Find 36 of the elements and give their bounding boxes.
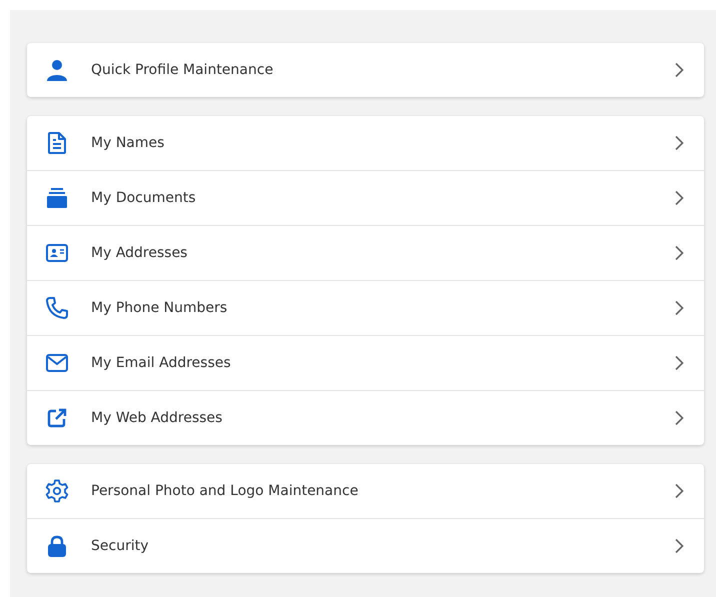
lock-icon: [45, 534, 69, 558]
chevron-right-icon: [674, 538, 684, 554]
menu-item-label: My Names: [91, 135, 166, 151]
stack-icon: [45, 186, 69, 210]
menu-item[interactable]: My Addresses: [27, 225, 704, 280]
chevron-right-icon: [674, 245, 684, 261]
id-card-icon: [45, 241, 69, 265]
menu-item[interactable]: My Phone Numbers: [27, 280, 704, 335]
chevron-right-icon: [674, 300, 684, 316]
menu-item[interactable]: Security: [27, 518, 704, 573]
menu-item-label: Security: [91, 538, 150, 554]
document-icon: [45, 131, 69, 155]
chevron-right-icon: [674, 483, 684, 499]
menu-item[interactable]: My Documents: [27, 170, 704, 225]
menu-item-label: My Documents: [91, 190, 197, 206]
chevron-right-icon: [674, 62, 684, 78]
menu-item[interactable]: My Names: [27, 116, 704, 170]
settings-icon: [45, 479, 69, 503]
chevron-right-icon: [674, 135, 684, 151]
menu-item[interactable]: My Email Addresses: [27, 335, 704, 390]
phone-icon: [45, 296, 69, 320]
external-link-icon: [45, 406, 69, 430]
menu-item-label: Personal Photo and Logo Maintenance: [91, 483, 360, 499]
chevron-right-icon: [674, 190, 684, 206]
menu-item[interactable]: My Web Addresses: [27, 390, 704, 445]
menu-item[interactable]: Quick Profile Maintenance: [27, 43, 704, 97]
person-icon: [45, 58, 69, 82]
menu-item-label: Quick Profile Maintenance: [91, 62, 274, 78]
menu-item-label: My Web Addresses: [91, 410, 224, 426]
menu-item-label: My Addresses: [91, 245, 188, 261]
chevron-right-icon: [674, 355, 684, 371]
menu-item-label: My Email Addresses: [91, 355, 232, 371]
chevron-right-icon: [674, 410, 684, 426]
menu-item-label: My Phone Numbers: [91, 300, 228, 316]
menu-item[interactable]: Personal Photo and Logo Maintenance: [27, 464, 704, 518]
mail-icon: [45, 351, 69, 375]
